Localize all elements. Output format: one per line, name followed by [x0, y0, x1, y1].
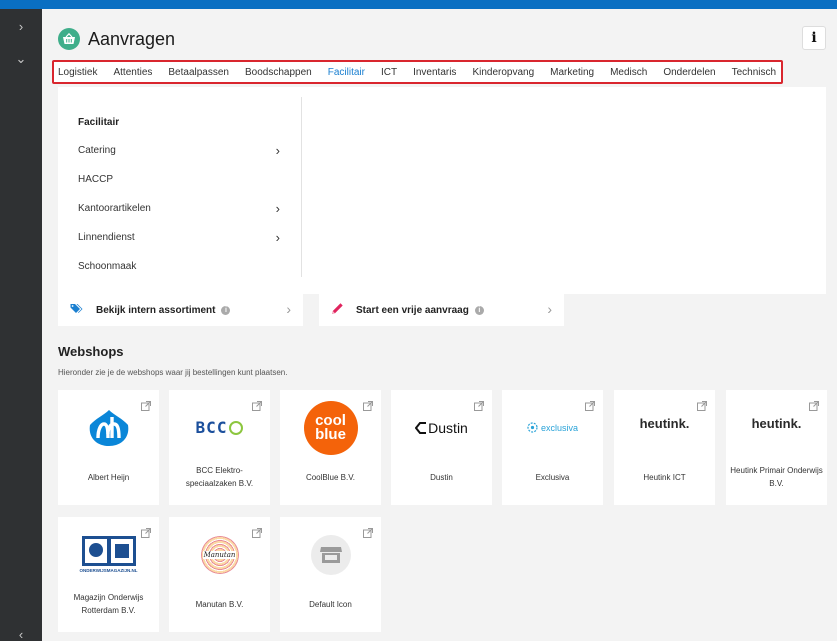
webshop-name: Dustin: [430, 472, 453, 482]
smiley-icon: [229, 420, 244, 435]
chevron-right-icon: ›: [286, 301, 291, 317]
tab-marketing[interactable]: Marketing: [550, 67, 594, 78]
tab-technisch[interactable]: Technisch: [732, 67, 776, 78]
store-icon: [280, 527, 381, 582]
webshop-name: Exclusiva: [535, 472, 570, 482]
chevron-right-icon: ›: [275, 143, 280, 158]
webshop-name: BCC Elektro-speciaalzaken B.V.: [185, 466, 254, 488]
subcategory-haccp[interactable]: HACCP: [78, 174, 280, 188]
tab-medisch[interactable]: Medisch: [610, 67, 647, 78]
chevron-right-icon: ›: [275, 230, 280, 245]
webshop-card-albert-heijn[interactable]: Albert Heijn: [58, 390, 159, 505]
pencil-icon: [331, 302, 344, 318]
tab-betaalpassen[interactable]: Betaalpassen: [168, 67, 229, 78]
tab-ict[interactable]: ICT: [381, 67, 397, 78]
dropdown-heading: Facilitair: [78, 117, 120, 128]
chevron-right-icon[interactable]: ›: [0, 19, 42, 34]
subcategory-catering[interactable]: Catering ›: [78, 143, 280, 159]
tab-inventaris[interactable]: Inventaris: [413, 67, 456, 78]
bcc-logo: BCC: [169, 400, 270, 455]
tab-kinderopvang[interactable]: Kinderopvang: [472, 67, 534, 78]
intern-assortiment-label: Bekijk intern assortiment: [96, 304, 216, 316]
intern-assortiment-button[interactable]: Bekijk intern assortiment i ›: [58, 294, 303, 326]
webshop-name: Manutan B.V.: [195, 599, 244, 609]
coolblue-logo: cool blue: [280, 400, 381, 455]
webshop-card-exclusiva[interactable]: exclusiva Exclusiva: [502, 390, 603, 505]
webshop-name: Heutink ICT: [643, 472, 686, 482]
tab-boodschappen[interactable]: Boodschappen: [245, 67, 312, 78]
vrije-aanvraag-label: Start een vrije aanvraag: [356, 304, 469, 316]
category-tabs: Logistiek Attenties Betaalpassen Boodsch…: [52, 60, 783, 84]
info-button[interactable]: i: [802, 26, 826, 50]
exclusiva-logo: exclusiva: [502, 400, 603, 455]
page-header: Aanvragen: [58, 27, 175, 51]
webshop-name: CoolBlue B.V.: [305, 472, 356, 482]
chevron-down-icon[interactable]: ⌄: [0, 51, 42, 67]
tab-facilitair[interactable]: Facilitair: [328, 67, 365, 78]
tab-attenties[interactable]: Attenties: [113, 67, 152, 78]
webshop-name: Albert Heijn: [87, 472, 130, 482]
webshop-card-magazijn-onderwijs[interactable]: ONDERWIJSMAGAZIJN.NL Magazijn Onderwijs …: [58, 517, 159, 632]
manutan-logo: Manutan: [169, 527, 270, 582]
tab-onderdelen[interactable]: Onderdelen: [663, 67, 715, 78]
webshop-card-default[interactable]: Default Icon: [280, 517, 381, 632]
subcategory-list: Facilitair Catering › HACCP Kantoorartike…: [58, 97, 302, 277]
chevron-right-icon: ›: [275, 201, 280, 216]
exclusiva-swirl-icon: [527, 422, 538, 433]
webshops-title: Webshops: [58, 344, 124, 359]
webshop-card-heutink-primair[interactable]: heutink. Heutink Primair Onderwijs B.V.: [726, 390, 827, 505]
chevron-left-icon[interactable]: ‹: [0, 627, 42, 641]
onderwijsmagazijn-logo: ONDERWIJSMAGAZIJN.NL: [58, 527, 159, 582]
heutink-logo: heutink.: [751, 416, 802, 431]
webshop-name: Default Icon: [309, 599, 352, 609]
tab-logistiek[interactable]: Logistiek: [58, 67, 97, 78]
webshop-card-heutink-ict[interactable]: heutink. Heutink ICT: [614, 390, 715, 505]
webshops-subtitle: Hieronder zie je de webshops waar jij be…: [58, 368, 288, 377]
subcategory-schoonmaak[interactable]: Schoonmaak: [78, 261, 280, 275]
webshop-card-manutan[interactable]: Manutan Manutan B.V.: [169, 517, 270, 632]
vrije-aanvraag-button[interactable]: Start een vrije aanvraag i ›: [319, 294, 564, 326]
main-content: Aanvragen i Logistiek Attenties Betaalpa…: [42, 9, 837, 641]
info-icon[interactable]: i: [221, 305, 231, 315]
tags-icon: [70, 303, 84, 318]
info-icon[interactable]: i: [474, 305, 484, 315]
page-title: Aanvragen: [88, 28, 176, 49]
webshop-card-dustin[interactable]: Dustin Dustin: [391, 390, 492, 505]
ah-logo: [58, 400, 159, 455]
webshop-name: Magazijn Onderwijs Rotterdam B.V.: [73, 593, 144, 615]
left-sidebar: › ⌄ ‹: [0, 9, 42, 641]
subcategory-kantoorartikelen[interactable]: Kantoorartikelen ›: [78, 201, 280, 217]
dustin-mark-icon: [415, 421, 427, 434]
chevron-right-icon: ›: [547, 301, 552, 317]
subcategory-linnendienst[interactable]: Linnendienst ›: [78, 230, 280, 246]
dustin-logo: Dustin: [391, 400, 492, 455]
category-dropdown: Facilitair Catering › HACCP Kantoorartike…: [58, 87, 826, 294]
webshop-card-bcc[interactable]: BCC BCC Elektro-speciaalzaken B.V.: [169, 390, 270, 505]
webshop-card-coolblue[interactable]: cool blue CoolBlue B.V.: [280, 390, 381, 505]
basket-icon: [58, 28, 80, 50]
webshop-name: Heutink Primair Onderwijs B.V.: [730, 466, 823, 488]
top-accent-bar: [0, 0, 837, 9]
heutink-logo: heutink.: [639, 416, 690, 431]
